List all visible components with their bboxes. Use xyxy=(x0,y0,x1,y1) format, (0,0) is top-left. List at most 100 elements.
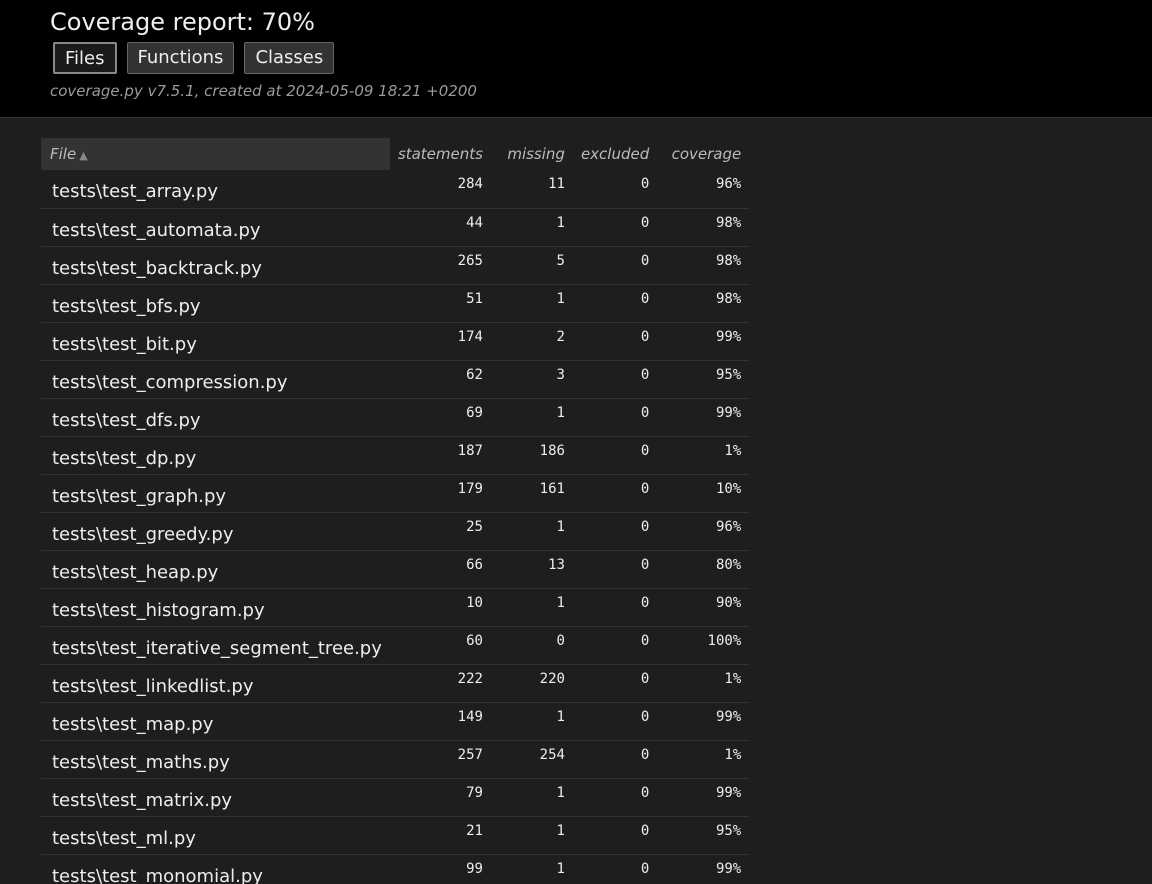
table-row: tests\test_compression.py 62 3 0 95% xyxy=(41,360,750,399)
file-link[interactable]: tests\test_bit.py xyxy=(52,334,197,355)
missing-cell: 1 xyxy=(490,588,573,627)
file-link[interactable]: tests\test_dfs.py xyxy=(52,410,201,431)
coverage-cell: 100% xyxy=(657,626,750,665)
excluded-cell: 0 xyxy=(572,360,658,399)
statements-cell: 174 xyxy=(389,322,491,361)
file-link[interactable]: tests\test_backtrack.py xyxy=(52,258,262,279)
column-header-file[interactable]: File ▲ xyxy=(41,138,390,170)
coverage-cell: 99% xyxy=(657,854,750,884)
excluded-cell: 0 xyxy=(572,778,658,817)
statements-cell: 99 xyxy=(389,854,491,884)
excluded-cell: 0 xyxy=(572,208,658,247)
missing-cell: 161 xyxy=(490,474,573,513)
table-header-row: File ▲ statements missing excluded covera… xyxy=(41,138,749,170)
file-link[interactable]: tests\test_bfs.py xyxy=(52,296,201,317)
table-row: tests\test_monomial.py 99 1 0 99% xyxy=(41,854,750,884)
coverage-cell: 1% xyxy=(657,436,750,475)
excluded-cell: 0 xyxy=(572,474,658,513)
tab-bar: Files Functions Classes xyxy=(53,42,1152,74)
excluded-cell: 0 xyxy=(572,284,658,323)
table-row: tests\test_histogram.py 10 1 0 90% xyxy=(41,588,750,627)
file-link[interactable]: tests\test_graph.py xyxy=(52,486,226,507)
table-row: tests\test_dfs.py 69 1 0 99% xyxy=(41,398,750,437)
statements-cell: 222 xyxy=(389,664,491,703)
table-row: tests\test_heap.py 66 13 0 80% xyxy=(41,550,750,589)
file-cell: tests\test_compression.py xyxy=(41,360,390,399)
table-row: tests\test_linkedlist.py 222 220 0 1% xyxy=(41,664,750,703)
file-link[interactable]: tests\test_dp.py xyxy=(52,448,196,469)
table-row: tests\test_backtrack.py 265 5 0 98% xyxy=(41,246,750,285)
excluded-cell: 0 xyxy=(572,664,658,703)
file-cell: tests\test_array.py xyxy=(41,170,390,209)
file-cell: tests\test_matrix.py xyxy=(41,778,390,817)
excluded-cell: 0 xyxy=(572,246,658,285)
sort-ascending-icon: ▲ xyxy=(79,149,88,162)
file-link[interactable]: tests\test_map.py xyxy=(52,714,213,735)
table-row: tests\test_automata.py 44 1 0 98% xyxy=(41,208,750,247)
statements-cell: 10 xyxy=(389,588,491,627)
statements-cell: 44 xyxy=(389,208,491,247)
table-row: tests\test_bfs.py 51 1 0 98% xyxy=(41,284,750,323)
excluded-cell: 0 xyxy=(572,816,658,855)
statements-cell: 69 xyxy=(389,398,491,437)
file-link[interactable]: tests\test_iterative_segment_tree.py xyxy=(52,638,382,659)
file-cell: tests\test_maths.py xyxy=(41,740,390,779)
file-cell: tests\test_greedy.py xyxy=(41,512,390,551)
excluded-cell: 0 xyxy=(572,702,658,741)
column-header-statements[interactable]: statements xyxy=(390,138,491,170)
excluded-cell: 0 xyxy=(572,398,658,437)
tab-functions[interactable]: Functions xyxy=(126,42,235,74)
coverage-cell: 99% xyxy=(657,398,750,437)
coverage-cell: 99% xyxy=(657,322,750,361)
file-link[interactable]: tests\test_array.py xyxy=(52,181,218,202)
tab-files[interactable]: Files xyxy=(53,42,117,74)
file-link[interactable]: tests\test_heap.py xyxy=(52,562,218,583)
file-link[interactable]: tests\test_ml.py xyxy=(52,828,196,849)
excluded-cell: 0 xyxy=(572,588,658,627)
file-link[interactable]: tests\test_monomial.py xyxy=(52,866,263,884)
file-cell: tests\test_dfs.py xyxy=(41,398,390,437)
report-header: Coverage report: 70% Files Functions Cla… xyxy=(0,0,1152,118)
missing-cell: 11 xyxy=(490,170,573,209)
excluded-cell: 0 xyxy=(572,436,658,475)
file-link[interactable]: tests\test_histogram.py xyxy=(52,600,265,621)
excluded-cell: 0 xyxy=(572,512,658,551)
statements-cell: 284 xyxy=(389,170,491,209)
statements-cell: 62 xyxy=(389,360,491,399)
column-header-missing[interactable]: missing xyxy=(491,138,573,170)
excluded-cell: 0 xyxy=(572,626,658,665)
statements-cell: 60 xyxy=(389,626,491,665)
coverage-cell: 99% xyxy=(657,778,750,817)
coverage-cell: 99% xyxy=(657,702,750,741)
file-link[interactable]: tests\test_matrix.py xyxy=(52,790,232,811)
missing-cell: 1 xyxy=(490,816,573,855)
tab-classes[interactable]: Classes xyxy=(244,42,335,74)
statements-cell: 257 xyxy=(389,740,491,779)
excluded-cell: 0 xyxy=(572,322,658,361)
file-cell: tests\test_histogram.py xyxy=(41,588,390,627)
statements-cell: 51 xyxy=(389,284,491,323)
column-header-coverage[interactable]: coverage xyxy=(657,138,749,170)
table-row: tests\test_ml.py 21 1 0 95% xyxy=(41,816,750,855)
file-link[interactable]: tests\test_compression.py xyxy=(52,372,288,393)
statements-cell: 25 xyxy=(389,512,491,551)
coverage-cell: 96% xyxy=(657,512,750,551)
file-cell: tests\test_backtrack.py xyxy=(41,246,390,285)
coverage-cell: 1% xyxy=(657,664,750,703)
file-cell: tests\test_map.py xyxy=(41,702,390,741)
table-row: tests\test_graph.py 179 161 0 10% xyxy=(41,474,750,513)
missing-cell: 220 xyxy=(490,664,573,703)
file-link[interactable]: tests\test_maths.py xyxy=(52,752,230,773)
excluded-cell: 0 xyxy=(572,550,658,589)
missing-cell: 1 xyxy=(490,778,573,817)
column-header-excluded[interactable]: excluded xyxy=(573,138,657,170)
table-row: tests\test_matrix.py 79 1 0 99% xyxy=(41,778,750,817)
missing-cell: 1 xyxy=(490,208,573,247)
file-cell: tests\test_bfs.py xyxy=(41,284,390,323)
coverage-cell: 90% xyxy=(657,588,750,627)
file-link[interactable]: tests\test_linkedlist.py xyxy=(52,676,254,697)
file-cell: tests\test_dp.py xyxy=(41,436,390,475)
file-link[interactable]: tests\test_greedy.py xyxy=(52,524,233,545)
file-link[interactable]: tests\test_automata.py xyxy=(52,220,261,241)
file-cell: tests\test_automata.py xyxy=(41,208,390,247)
